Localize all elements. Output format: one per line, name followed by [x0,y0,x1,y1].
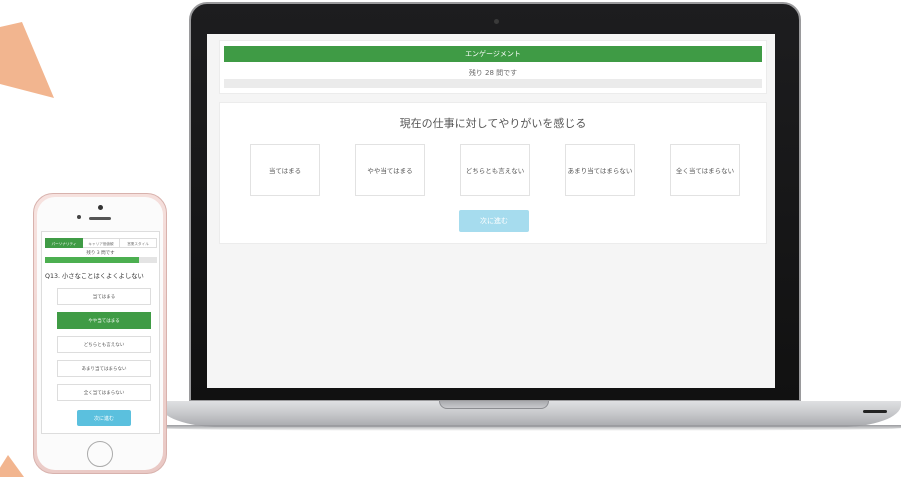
answer-option-4[interactable]: あまり当てはまらない [57,360,151,377]
answer-option-1[interactable]: 当てはまる [250,144,320,196]
answer-option-3[interactable]: どちらとも言えない [57,336,151,353]
remaining-questions-text: 残り 28 問です [468,69,518,77]
laptop-port [863,410,887,413]
decorative-arrow-icon [0,22,54,98]
phone-frame: パーソナリティ キャリア価値観 営業スタイル 残り 3 問です Q13. 小さな… [33,193,167,474]
question-title: 現在の仕事に対してやりがいを感じる [399,117,587,130]
next-button[interactable]: 次に進む [459,210,529,232]
phone-speaker-icon [89,217,111,220]
remaining-questions-text: 残り 3 問です [86,251,115,256]
laptop-base [160,401,901,427]
desktop-screen: エンゲージメント 残り 28 問です 現在の仕事に対してやりがいを感じる 当ては… [207,34,775,388]
progress-bar [45,257,157,263]
answer-option-5[interactable]: 全く当てはまらない [57,384,151,401]
question-card: 現在の仕事に対してやりがいを感じる 当てはまる やや当てはまる どちらとも言えな… [219,102,767,244]
answer-option-2[interactable]: やや当てはまる [355,144,425,196]
answer-option-5[interactable]: 全く当てはまらない [670,144,740,196]
tab-sales-style[interactable]: 営業スタイル [120,238,157,248]
next-button[interactable]: 次に進む [77,410,131,426]
mobile-screen: パーソナリティ キャリア価値観 営業スタイル 残り 3 問です Q13. 小さな… [41,231,160,434]
answer-option-3[interactable]: どちらとも言えない [460,144,530,196]
category-tabs: パーソナリティ キャリア価値観 営業スタイル [45,238,157,248]
laptop-shadow [160,425,901,431]
answer-option-1[interactable]: 当てはまる [57,288,151,305]
phone-sensor-icon [77,215,81,219]
progress-bar-fill [45,257,140,263]
progress-bar [224,79,762,88]
laptop-camera-icon [494,19,499,24]
section-title-bar: エンゲージメント [224,46,762,62]
answer-option-2-selected[interactable]: やや当てはまる [57,312,151,329]
answer-options: 当てはまる やや当てはまる どちらとも言えない あまり当てはまらない 全く当ては… [250,144,740,196]
answer-option-4[interactable]: あまり当てはまらない [565,144,635,196]
phone-body: パーソナリティ キャリア価値観 営業スタイル 残り 3 問です Q13. 小さな… [37,197,163,470]
tab-personality[interactable]: パーソナリティ [45,238,83,248]
question-title: Q13. 小さなことはくよくよしない [45,273,144,280]
laptop-frame: エンゲージメント 残り 28 問です 現在の仕事に対してやりがいを感じる 当ては… [189,2,801,402]
decorative-arrow-icon [0,455,24,477]
progress-card: エンゲージメント 残り 28 問です [219,40,767,94]
tab-career-values[interactable]: キャリア価値観 [83,238,120,248]
phone-camera-icon [98,205,103,210]
laptop-notch [439,401,549,409]
home-button[interactable] [87,441,113,467]
